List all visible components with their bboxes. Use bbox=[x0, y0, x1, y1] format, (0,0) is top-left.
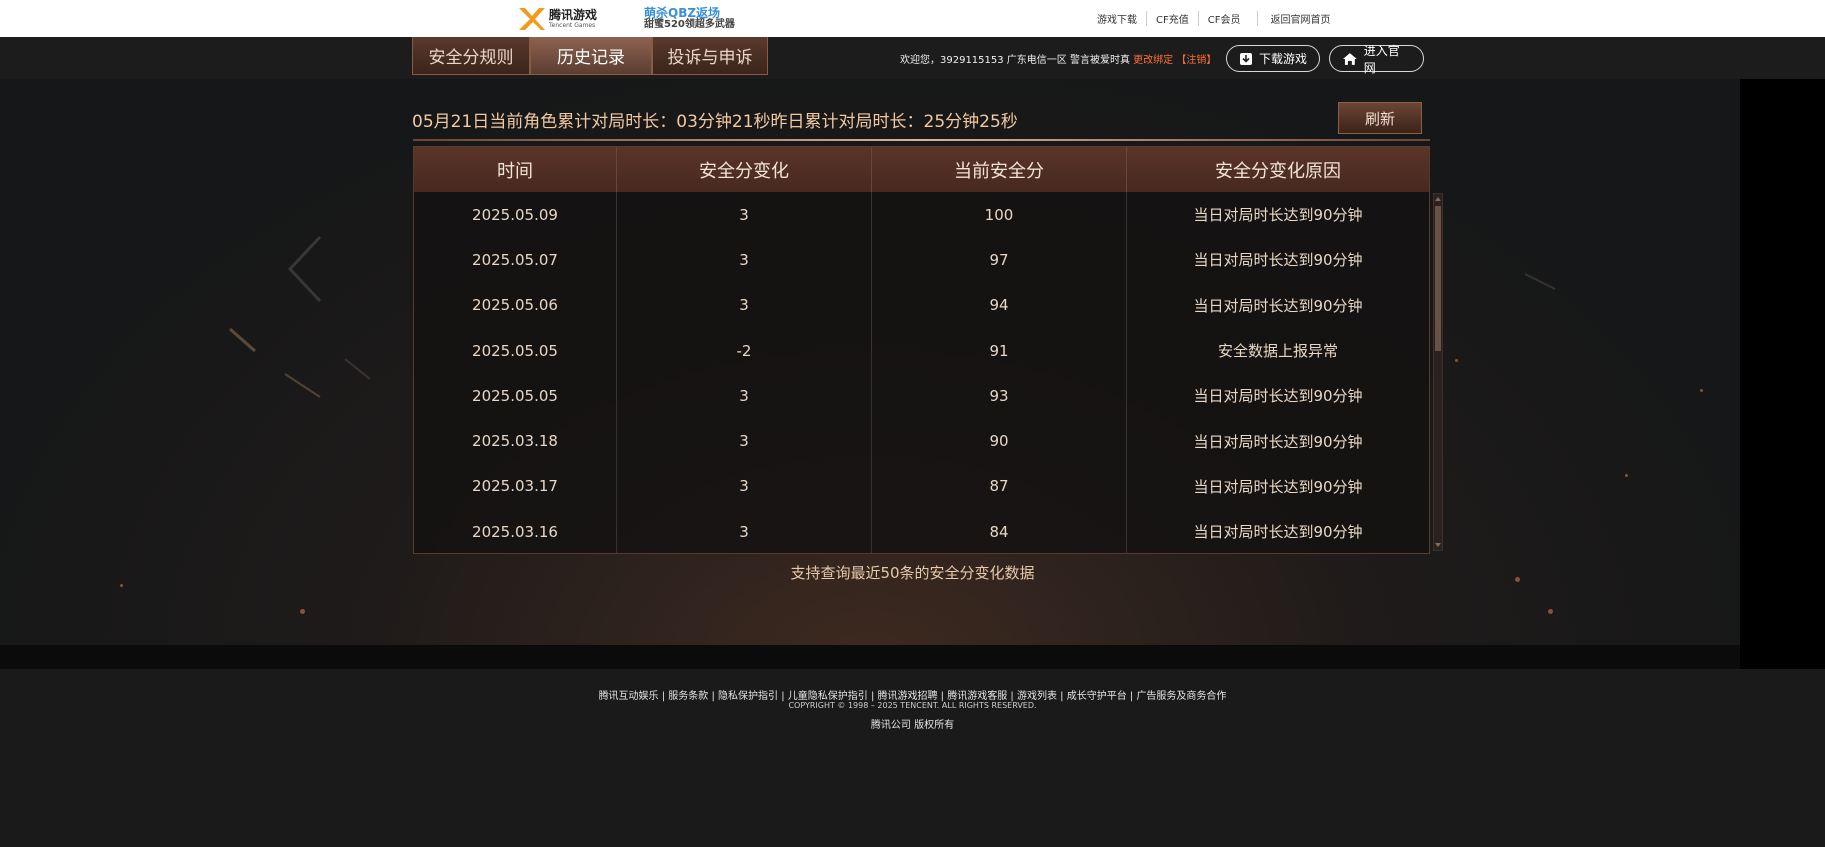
spark bbox=[1548, 609, 1553, 614]
cell-time: 2025.03.16 bbox=[414, 509, 617, 553]
change-bind-link[interactable]: 更改绑定 bbox=[1133, 55, 1173, 66]
divider bbox=[413, 139, 1430, 141]
tab-list: 安全分规则 历史记录 投诉与申诉 bbox=[412, 37, 768, 75]
scroll-down-icon[interactable] bbox=[1434, 541, 1442, 549]
cell-current-score: 100 bbox=[872, 192, 1127, 238]
table-body: 2025.05.09 3 100 当日对局时长达到90分钟 2025.05.07… bbox=[414, 192, 1429, 553]
promo-line-2: 甜蜜520领超多武器 bbox=[644, 19, 735, 31]
yesterday-duration: 25分钟25秒 bbox=[923, 112, 1018, 132]
cell-current-score: 94 bbox=[872, 282, 1127, 328]
cf-promo-banner[interactable]: 萌杀QBZ返场 甜蜜520领超多武器 bbox=[640, 5, 780, 33]
download-game-button[interactable]: 下载游戏 bbox=[1226, 45, 1320, 72]
cell-time: 2025.03.17 bbox=[414, 463, 617, 510]
header-current-score: 当前安全分 bbox=[872, 147, 1127, 192]
summary-text-1: 05月21日当前角色累计对局时长： bbox=[412, 112, 677, 132]
spark bbox=[1700, 389, 1703, 392]
top-link-game-download[interactable]: 游戏下载 bbox=[1088, 11, 1146, 26]
table-row: 2025.05.09 3 100 当日对局时长达到90分钟 bbox=[414, 192, 1429, 238]
tab-history[interactable]: 历史记录 bbox=[530, 37, 652, 75]
cell-reason: 安全数据上报异常 bbox=[1217, 342, 1338, 361]
cell-time: 2025.05.05 bbox=[414, 327, 617, 374]
cell-reason: 当日对局时长达到90分钟 bbox=[1193, 477, 1363, 496]
refresh-button[interactable]: 刷新 bbox=[1338, 102, 1422, 134]
cell-time: 2025.05.05 bbox=[414, 373, 617, 419]
table-row: 2025.05.05 -2 91 安全数据上报异常 bbox=[414, 327, 1429, 374]
spark bbox=[300, 609, 305, 614]
copyright-text: COPYRIGHT © 1998 – 2025 TENCENT. ALL RIG… bbox=[788, 701, 1037, 710]
cell-time: 2025.05.06 bbox=[414, 282, 617, 328]
cell-current-score: 90 bbox=[872, 418, 1127, 464]
header-score-change: 安全分变化 bbox=[617, 147, 872, 192]
download-game-label: 下载游戏 bbox=[1259, 52, 1308, 66]
top-bar: 腾讯游戏 Tencent Games 萌杀QBZ返场 甜蜜520领超多武器 游戏… bbox=[0, 0, 1825, 37]
spark bbox=[1625, 474, 1628, 477]
top-links: 游戏下载 CF充值 CF会员 返回官网首页 bbox=[1088, 11, 1339, 26]
cell-score-change: 3 bbox=[617, 373, 872, 419]
cell-reason: 当日对局时长达到90分钟 bbox=[1193, 387, 1363, 406]
table-row: 2025.03.17 3 87 当日对局时长达到90分钟 bbox=[414, 463, 1429, 510]
footer-links: 腾讯互动娱乐 | 服务条款 | 隐私保护指引 | 儿童隐私保护指引 | 腾讯游戏… bbox=[598, 691, 1227, 702]
top-link-cf-member[interactable]: CF会员 bbox=[1197, 11, 1250, 26]
cell-reason: 当日对局时长达到90分钟 bbox=[1193, 523, 1363, 542]
cell-score-change: 3 bbox=[617, 509, 872, 553]
top-link-home[interactable]: 返回官网首页 bbox=[1257, 11, 1339, 26]
table-row: 2025.03.16 3 84 当日对局时长达到90分钟 bbox=[414, 509, 1429, 553]
welcome-text: 欢迎您，3929115153 广东电信一区 警言被爱时真 更改绑定 【注销】 bbox=[900, 51, 1216, 66]
corp-text: 腾讯公司 版权所有 bbox=[870, 720, 955, 731]
tencent-logo-text: 腾讯游戏 bbox=[549, 8, 598, 22]
cell-current-score: 87 bbox=[872, 463, 1127, 510]
table-row: 2025.05.06 3 94 当日对局时长达到90分钟 bbox=[414, 282, 1429, 328]
cell-time: 2025.05.09 bbox=[414, 192, 617, 238]
cell-reason: 当日对局时长达到90分钟 bbox=[1193, 296, 1363, 315]
official-site-label: 进入官网 bbox=[1363, 43, 1400, 75]
tencent-logo-subtext: Tencent Games bbox=[549, 22, 596, 29]
spark bbox=[120, 584, 123, 587]
table-row: 2025.05.05 3 93 当日对局时长达到90分钟 bbox=[414, 373, 1429, 419]
download-icon bbox=[1240, 52, 1252, 65]
nav-bar: 安全分规则 历史记录 投诉与申诉 欢迎您，3929115153 广东电信一区 警… bbox=[0, 37, 1825, 79]
cell-score-change: 3 bbox=[617, 463, 872, 510]
spark bbox=[1455, 359, 1458, 362]
cell-score-change: 3 bbox=[617, 237, 872, 283]
top-link-cf-recharge[interactable]: CF充值 bbox=[1146, 11, 1198, 26]
cell-score-change: 3 bbox=[617, 192, 872, 238]
tab-rules[interactable]: 安全分规则 bbox=[412, 37, 530, 75]
home-icon bbox=[1342, 52, 1357, 65]
cell-time: 2025.03.18 bbox=[414, 418, 617, 464]
cell-score-change: 3 bbox=[617, 418, 872, 464]
scroll-up-icon[interactable] bbox=[1434, 195, 1442, 203]
query-limit-note: 支持查询最近50条的安全分变化数据 bbox=[790, 564, 1035, 582]
cell-current-score: 97 bbox=[872, 237, 1127, 283]
welcome-user: 欢迎您，3929115153 广东电信一区 警言被爱时真 bbox=[900, 55, 1130, 66]
logout-link[interactable]: 【注销】 bbox=[1176, 55, 1216, 66]
header-change-reason: 安全分变化原因 bbox=[1215, 160, 1341, 182]
cell-score-change: 3 bbox=[617, 282, 872, 328]
cell-reason: 当日对局时长达到90分钟 bbox=[1193, 251, 1363, 270]
cell-reason: 当日对局时长达到90分钟 bbox=[1193, 432, 1363, 451]
bottom-band bbox=[0, 645, 1740, 669]
footer: 腾讯互动娱乐 | 服务条款 | 隐私保护指引 | 儿童隐私保护指引 | 腾讯游戏… bbox=[0, 669, 1825, 847]
cell-time: 2025.05.07 bbox=[414, 237, 617, 283]
table-row: 2025.05.07 3 97 当日对局时长达到90分钟 bbox=[414, 237, 1429, 283]
tab-appeal[interactable]: 投诉与申诉 bbox=[652, 37, 768, 75]
header-time: 时间 bbox=[414, 147, 617, 192]
summary-text-2: 昨日累计对局时长： bbox=[770, 112, 924, 132]
cell-score-change: -2 bbox=[617, 327, 872, 374]
official-site-button[interactable]: 进入官网 bbox=[1329, 44, 1424, 75]
cell-current-score: 93 bbox=[872, 373, 1127, 419]
tencent-games-logo[interactable]: 腾讯游戏 Tencent Games bbox=[515, 5, 600, 33]
table-row: 2025.03.18 3 90 当日对局时长达到90分钟 bbox=[414, 418, 1429, 464]
scrollbar-thumb[interactable] bbox=[1435, 206, 1441, 351]
today-duration: 03分钟21秒 bbox=[676, 112, 771, 132]
cell-current-score: 84 bbox=[872, 509, 1127, 553]
tencent-logo-icon bbox=[519, 8, 545, 30]
table-scrollbar[interactable] bbox=[1433, 193, 1443, 551]
history-table: 时间 安全分变化 当前安全分 安全分变化原因 2025.05.09 3 100 … bbox=[413, 146, 1430, 554]
cell-reason: 当日对局时长达到90分钟 bbox=[1193, 206, 1363, 225]
duration-summary: 05月21日当前角色累计对局时长：03分钟21秒昨日累计对局时长：25分钟25秒 bbox=[412, 107, 1018, 132]
table-header: 时间 安全分变化 当前安全分 安全分变化原因 bbox=[414, 147, 1429, 192]
cell-current-score: 91 bbox=[872, 327, 1127, 374]
